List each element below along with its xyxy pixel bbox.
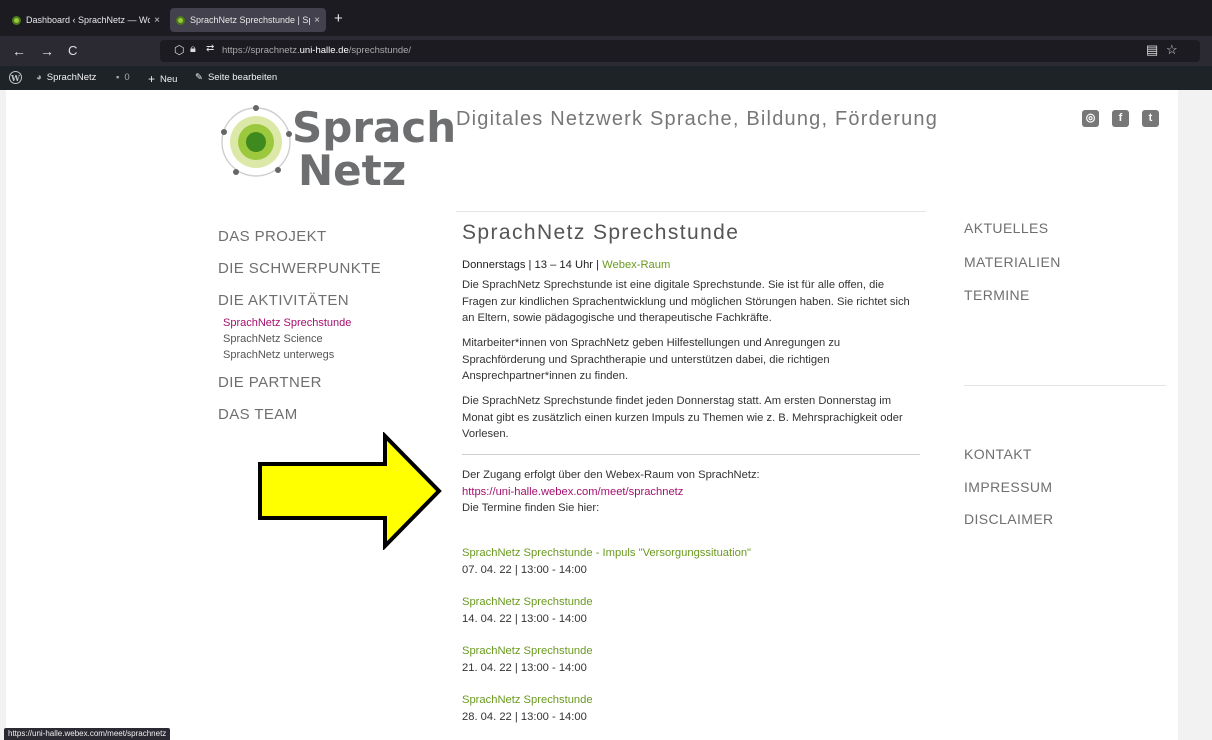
permissions-icon[interactable]: ⇄ [206,43,214,54]
aktivitaeten-submenu: SprachNetz Sprechstunde SprachNetz Scien… [218,315,418,363]
tab-sprechstunde[interactable]: SprachNetz Sprechstunde | Spra × [170,8,326,32]
nav-das-projekt[interactable]: DAS PROJEKT [218,227,418,259]
divider [456,211,926,212]
tab-title: Dashboard ‹ SprachNetz — Wor [26,15,151,25]
site-name: SprachNetz [46,72,97,83]
sprachnetz-favicon-icon [12,15,21,25]
comment-icon: ▪ [116,72,120,83]
annotation-arrow-icon [258,432,442,550]
nav-sub-science[interactable]: SprachNetz Science [223,331,418,347]
event-title-link[interactable]: SprachNetz Sprechstunde - Impuls "Versor… [462,545,751,562]
event-date: 21. 04. 22 | 13:00 - 14:00 [462,661,587,674]
schedule-text: Donnerstags | 13 – 14 Uhr | [462,259,603,271]
shield-icon[interactable]: ⬡ [174,43,184,57]
edit-page-link[interactable]: ✎ Seite bearbeiten [195,72,277,83]
paragraph-donnerstag: Die SprachNetz Sprechstunde findet jeden… [462,395,903,440]
nav-die-schwerpunkte[interactable]: DIE SCHWERPUNKTE [218,259,418,291]
plus-icon: + [148,72,156,86]
close-icon[interactable]: × [314,15,320,26]
schedule-subheading: Donnerstags | 13 – 14 Uhr | Webex-Raum [462,257,922,274]
new-content-link[interactable]: + Neu [148,72,177,86]
instagram-icon[interactable]: ◎ [1082,110,1099,127]
event-item: SprachNetz Sprechstunde 21. 04. 22 | 13:… [462,643,593,676]
logo-line-2: Netz [298,146,407,195]
divider [964,385,1166,386]
event-item: SprachNetz Sprechstunde 14. 04. 22 | 13:… [462,594,593,627]
nav-termine[interactable]: TERMINE [964,287,1030,303]
url-text[interactable]: https://sprachnetz.uni-halle.de/sprechst… [222,45,411,56]
sprachnetz-logo[interactable]: Sprach Netz [216,98,456,198]
logo-wordmark: Sprach Netz [292,106,456,192]
nav-sub-unterwegs[interactable]: SprachNetz unterwegs [223,347,418,363]
paragraph-mitarbeiter: Mitarbeiter*innen von SprachNetz geben H… [462,337,841,382]
termine-text: Die Termine finden Sie hier: [462,502,600,514]
webex-raum-link[interactable]: Webex-Raum [602,259,670,271]
paragraph-intro: Die SprachNetz Sprechstunde ist eine dig… [462,279,910,324]
webex-url-link[interactable]: https://uni-halle.webex.com/meet/sprachn… [462,484,922,501]
url-bar[interactable]: ⬡ 🔒︎ ⇄ https://sprachnetz.uni-halle.de/s… [160,40,1200,62]
tab-dashboard[interactable]: Dashboard ‹ SprachNetz — Wor × [6,8,166,32]
wp-admin-bar: W ◕ SprachNetz ▪ 0 + Neu ✎ Seite bearbei… [0,66,1212,90]
event-title-link[interactable]: SprachNetz Sprechstunde [462,594,593,611]
nav-materialien[interactable]: MATERIALIEN [964,254,1061,270]
reload-button[interactable]: C [68,42,77,60]
event-title-link[interactable]: SprachNetz Sprechstunde [462,643,593,660]
wordpress-logo-icon[interactable]: W [9,71,22,84]
pencil-icon: ✎ [195,72,203,83]
browser-nav-bar: ← → C ⬡ 🔒︎ ⇄ https://sprachnetz.uni-hall… [0,36,1212,66]
page-viewport: Sprach Netz Digitales Netzwerk Sprache, … [0,90,1212,740]
site-name-link[interactable]: ◕ SprachNetz [36,72,96,83]
browser-tab-bar: Dashboard ‹ SprachNetz — Wor × SprachNet… [0,0,1212,36]
nav-aktuelles[interactable]: AKTUELLES [964,220,1049,236]
logo-mark-icon [221,105,292,177]
arrow-shape [258,432,442,550]
nav-die-partner[interactable]: DIE PARTNER [218,373,418,405]
close-icon[interactable]: × [154,15,160,26]
comments-count: 0 [124,72,130,83]
nav-sub-sprechstunde[interactable]: SprachNetz Sprechstunde [223,315,418,331]
event-item: SprachNetz Sprechstunde - Impuls "Versor… [462,545,751,578]
event-date: 14. 04. 22 | 13:00 - 14:00 [462,612,587,625]
tab-title: SprachNetz Sprechstunde | Spra [190,15,311,25]
dashboard-icon: ◕ [36,72,42,83]
access-info: Der Zugang erfolgt über den Webex-Raum v… [462,467,922,517]
event-item: SprachNetz Sprechstunde 28. 04. 22 | 13:… [462,692,593,725]
logo-line-1: Sprach [292,103,457,152]
comments-link[interactable]: ▪ 0 [116,72,130,83]
status-bar-url: https://uni-halle.webex.com/meet/sprachn… [4,728,171,740]
reader-view-icon[interactable]: ▤ [1146,42,1158,58]
left-navigation: DAS PROJEKT DIE SCHWERPUNKTE DIE AKTIVIT… [218,227,418,437]
nav-kontakt[interactable]: KONTAKT [964,446,1032,462]
divider [462,454,920,455]
edit-label: Seite bearbeiten [207,72,278,83]
nav-impressum[interactable]: IMPRESSUM [964,479,1052,495]
new-tab-button[interactable]: + [334,10,343,28]
back-button[interactable]: ← [12,42,26,60]
site-content: Sprach Netz Digitales Netzwerk Sprache, … [6,90,1178,740]
twitter-icon[interactable]: t [1142,110,1159,127]
new-label: Neu [160,73,178,85]
bookmark-star-icon[interactable]: ☆ [1166,42,1178,58]
event-title-link[interactable]: SprachNetz Sprechstunde [462,692,593,709]
access-text: Der Zugang erfolgt über den Webex-Raum v… [462,469,760,481]
event-date: 07. 04. 22 | 13:00 - 14:00 [462,563,587,576]
lock-icon[interactable]: 🔒︎ [190,43,196,56]
sprachnetz-favicon-icon [176,15,185,25]
event-date: 28. 04. 22 | 13:00 - 14:00 [462,710,587,723]
nav-disclaimer[interactable]: DISCLAIMER [964,511,1054,527]
site-tagline: Digitales Netzwerk Sprache, Bildung, För… [456,108,939,130]
forward-button[interactable]: → [40,42,54,60]
facebook-icon[interactable]: f [1112,110,1129,127]
page-title: SprachNetz Sprechstunde [462,221,740,244]
